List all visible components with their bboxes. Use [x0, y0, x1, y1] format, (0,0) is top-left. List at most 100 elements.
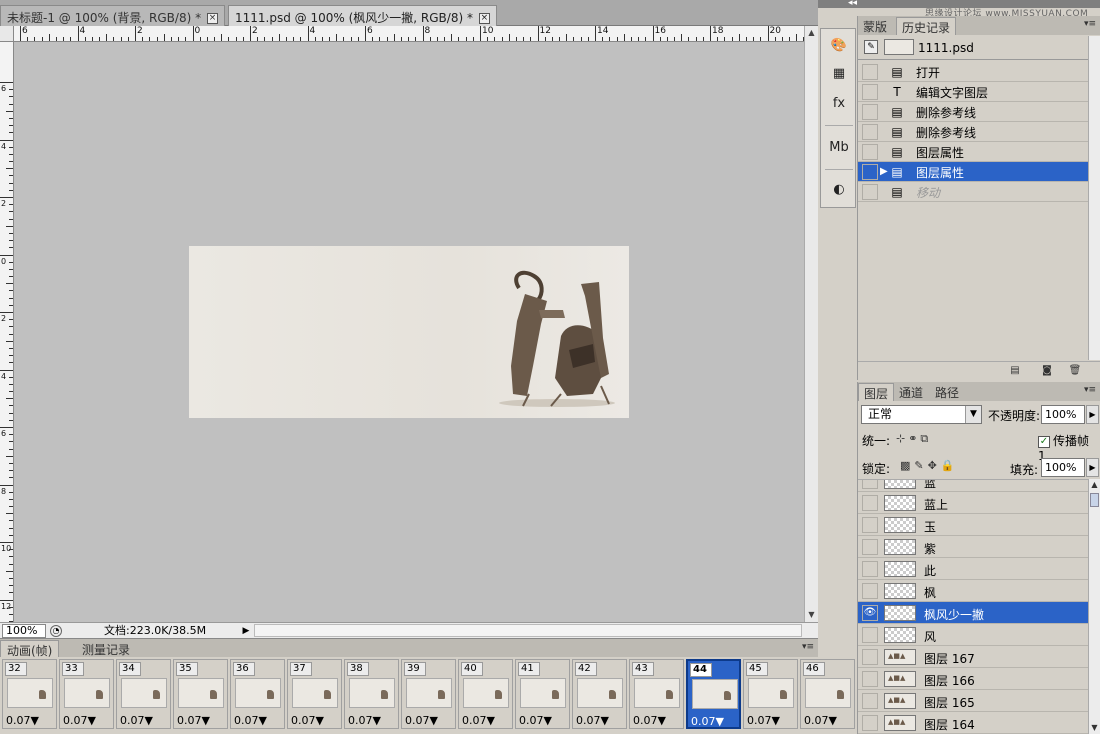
history-source-checkbox[interactable]	[862, 124, 878, 140]
visibility-toggle[interactable]	[862, 495, 878, 511]
fill-slider-arrow-icon[interactable]: ▶	[1086, 458, 1099, 477]
new-document-from-state-icon[interactable]: ▤	[1008, 365, 1022, 377]
layer-row[interactable]: 玉	[858, 514, 1088, 536]
fx-styles-icon[interactable]: fx	[828, 93, 850, 115]
close-icon[interactable]: ×	[207, 13, 219, 24]
animation-frame[interactable]: 42 0.07▼	[572, 659, 627, 729]
canvas-vertical-scrollbar[interactable]: ▲ ▼	[804, 26, 818, 622]
close-icon[interactable]: ×	[478, 13, 490, 24]
history-item[interactable]: T 编辑文字图层	[858, 82, 1088, 102]
panel-menu-icon[interactable]: ▾≡	[802, 642, 814, 652]
history-item[interactable]: ▤ 移动	[858, 182, 1088, 202]
chevron-down-icon[interactable]: ▼	[965, 406, 981, 423]
swatches-grid-icon[interactable]: ▦	[828, 63, 850, 85]
unify-buttons[interactable]: ⊹⚭⧉	[896, 432, 931, 446]
animation-frame[interactable]: 44 0.07▼	[686, 659, 741, 729]
animation-frame[interactable]: 43 0.07▼	[629, 659, 684, 729]
scroll-up-icon[interactable]: ▲	[805, 26, 818, 40]
tab-masks[interactable]: 蒙版	[858, 17, 892, 35]
animation-frame[interactable]: 40 0.07▼	[458, 659, 513, 729]
opacity-slider-arrow-icon[interactable]: ▶	[1086, 405, 1099, 424]
layer-row[interactable]: 蓝上	[858, 492, 1088, 514]
animation-frame[interactable]: 46 0.07▼	[800, 659, 855, 729]
animation-frame[interactable]: 41 0.07▼	[515, 659, 570, 729]
panel-menu-icon[interactable]: ▾≡	[1084, 385, 1096, 395]
layer-row[interactable]: 此	[858, 558, 1088, 580]
layer-row[interactable]: 图层 164	[858, 712, 1088, 734]
frame-delay[interactable]: 0.07▼	[234, 714, 267, 727]
adjustment-icon[interactable]: ◐	[828, 179, 850, 201]
scrollbar-thumb[interactable]	[1090, 493, 1099, 507]
animation-frame[interactable]: 37 0.07▼	[287, 659, 342, 729]
eye-icon[interactable]: 👁	[862, 605, 878, 621]
frame-delay[interactable]: 0.07▼	[63, 714, 96, 727]
panel-menu-icon[interactable]: ▾≡	[1084, 19, 1096, 29]
visibility-toggle[interactable]	[862, 627, 878, 643]
animation-frame[interactable]: 34 0.07▼	[116, 659, 171, 729]
scroll-down-icon[interactable]: ▼	[1089, 722, 1100, 734]
zoom-level-field[interactable]: 100%	[2, 624, 46, 638]
visibility-toggle[interactable]	[862, 539, 878, 555]
document-tab-untitled[interactable]: 未标题-1 @ 100% (背景, RGB/8) * ×	[0, 5, 226, 26]
history-scrollbar[interactable]	[1088, 36, 1100, 360]
animation-frame[interactable]: 35 0.07▼	[173, 659, 228, 729]
trash-icon[interactable]: 🗑	[1068, 365, 1082, 377]
layer-row[interactable]: 图层 165	[858, 690, 1088, 712]
layer-row[interactable]: 紫	[858, 536, 1088, 558]
tab-layers[interactable]: 图层	[858, 383, 895, 401]
frame-delay[interactable]: 0.07▼	[691, 715, 724, 728]
history-source-checkbox[interactable]	[862, 184, 878, 200]
layers-scrollbar[interactable]: ▲ ▼	[1088, 479, 1100, 734]
visibility-toggle[interactable]	[862, 715, 878, 731]
history-snapshot[interactable]: ✎ 1111.psd	[858, 36, 1088, 60]
checkmark-icon[interactable]: ✓	[1038, 435, 1050, 448]
history-item[interactable]: ▤ 打开	[858, 62, 1088, 82]
lock-buttons[interactable]: ▩✎✥🔒	[900, 459, 959, 472]
history-item[interactable]: ▤ 删除参考线	[858, 102, 1088, 122]
visibility-toggle[interactable]	[862, 583, 878, 599]
animation-frame[interactable]: 32 0.07▼	[2, 659, 57, 729]
animation-frame[interactable]: 39 0.07▼	[401, 659, 456, 729]
frame-delay[interactable]: 0.07▼	[576, 714, 609, 727]
document-tab-1111[interactable]: 1111.psd @ 100% (枫风少一撇, RGB/8) * ×	[228, 5, 497, 26]
new-snapshot-icon[interactable]: ◙	[1040, 365, 1054, 377]
layer-row[interactable]: 图层 167	[858, 646, 1088, 668]
document-canvas[interactable]	[189, 246, 629, 418]
frame-delay[interactable]: 0.07▼	[6, 714, 39, 727]
frame-delay[interactable]: 0.07▼	[291, 714, 324, 727]
layer-row[interactable]: 👁 枫风少一撇	[858, 602, 1088, 624]
layer-row[interactable]: 图层 166	[858, 668, 1088, 690]
frame-delay[interactable]: 0.07▼	[519, 714, 552, 727]
tab-animation-frames[interactable]: 动画(帧)	[0, 640, 60, 658]
tab-paths[interactable]: 路径	[930, 383, 964, 401]
animation-frame[interactable]: 36 0.07▼	[230, 659, 285, 729]
layer-row[interactable]: 枫	[858, 580, 1088, 602]
history-source-checkbox[interactable]	[862, 104, 878, 120]
frame-delay[interactable]: 0.07▼	[348, 714, 381, 727]
blend-mode-select[interactable]: 正常 ▼	[861, 405, 982, 424]
frame-delay[interactable]: 0.07▼	[177, 714, 210, 727]
color-palette-icon[interactable]: 🎨	[828, 35, 850, 57]
frame-delay[interactable]: 0.07▼	[804, 714, 837, 727]
scroll-up-icon[interactable]: ▲	[1089, 479, 1100, 491]
visibility-toggle[interactable]	[862, 480, 878, 489]
status-menu-arrow-icon[interactable]: ▶	[240, 624, 252, 638]
tab-history[interactable]: 历史记录	[896, 17, 957, 35]
scroll-down-icon[interactable]: ▼	[805, 608, 818, 622]
visibility-toggle[interactable]	[862, 671, 878, 687]
history-source-checkbox[interactable]	[862, 164, 878, 180]
frame-delay[interactable]: 0.07▼	[462, 714, 495, 727]
zoom-preview-icon[interactable]: ◔	[50, 625, 62, 637]
horizontal-ruler[interactable]: 6 4 2 0 2 4 6 8 10 12 14 16 18 20	[14, 26, 804, 42]
canvas-horizontal-scrollbar[interactable]	[254, 624, 802, 637]
fill-field[interactable]: 100%	[1041, 458, 1085, 477]
layer-row[interactable]: 风	[858, 624, 1088, 646]
frame-delay[interactable]: 0.07▼	[747, 714, 780, 727]
canvas-area[interactable]	[14, 42, 804, 622]
frame-delay[interactable]: 0.07▼	[633, 714, 666, 727]
animation-frame[interactable]: 45 0.07▼	[743, 659, 798, 729]
visibility-toggle[interactable]	[862, 561, 878, 577]
tab-channels[interactable]: 通道	[894, 383, 928, 401]
ruler-corner[interactable]	[0, 26, 14, 42]
frame-delay[interactable]: 0.07▼	[120, 714, 153, 727]
